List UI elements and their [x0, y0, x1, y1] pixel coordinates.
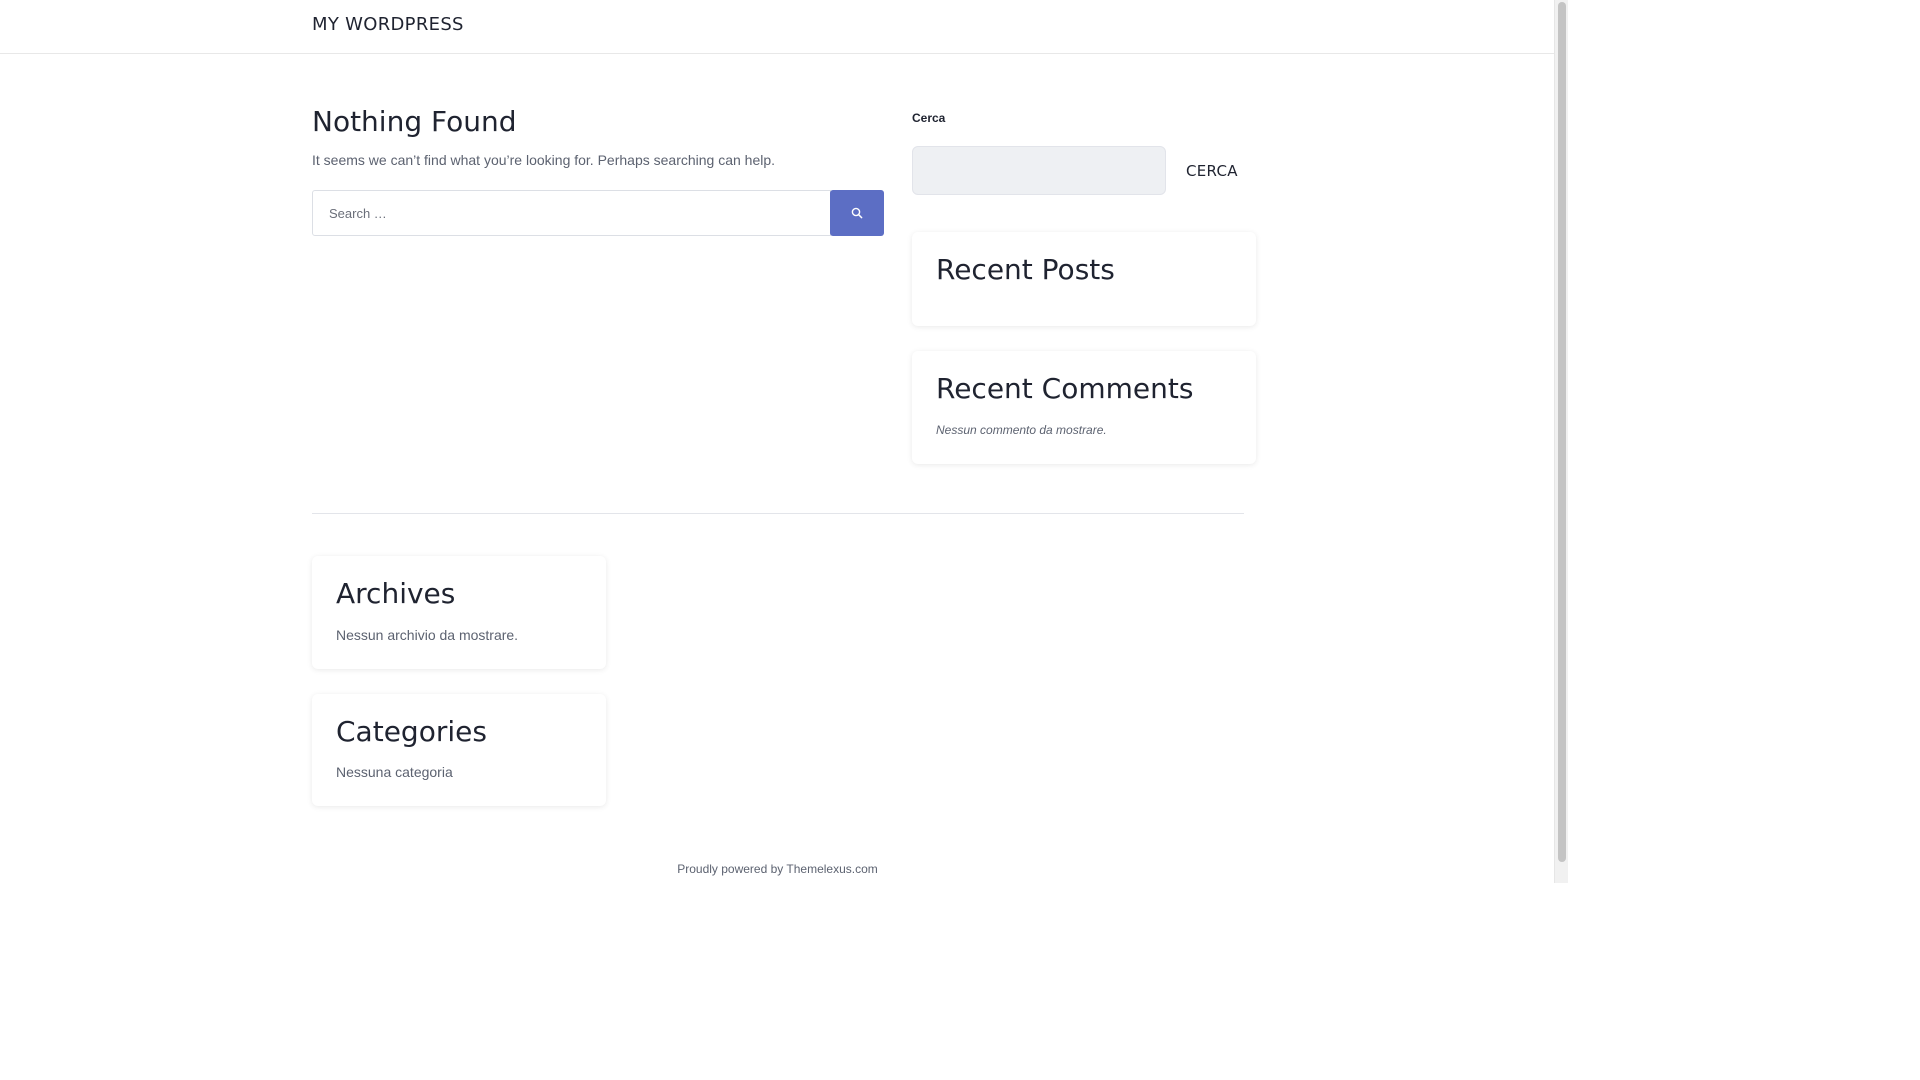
- page-title: Nothing Found: [312, 105, 517, 138]
- archives-empty-text: Nessun archivio da mostrare.: [336, 627, 519, 643]
- page: MY WORDPRESS Nothing Found It seems we c…: [0, 0, 1568, 883]
- recent-posts-title: Recent Posts: [936, 253, 1115, 286]
- recent-comments-empty-text: Nessun commento da mostrare.: [936, 423, 1107, 437]
- main-search-form: [312, 190, 884, 236]
- main-search-submit-button[interactable]: [830, 190, 884, 236]
- not-found-description: It seems we can’t find what you’re looki…: [312, 152, 776, 168]
- sidebar-search-label: Cerca: [912, 111, 946, 125]
- site-title-link[interactable]: MY WORDPRESS: [312, 14, 464, 35]
- categories-widget: Categories Nessuna categoria: [312, 694, 606, 806]
- footer-credit-link[interactable]: Themelexus.com: [786, 862, 877, 876]
- categories-empty-text: Nessuna categoria: [336, 764, 453, 780]
- sidebar-search-button[interactable]: CERCA: [1176, 157, 1256, 185]
- recent-posts-widget: Recent Posts: [912, 232, 1256, 326]
- section-divider: [312, 513, 1244, 514]
- site-header: MY WORDPRESS: [0, 0, 1555, 54]
- site-footer: Proudly powered by Themelexus.com: [0, 862, 1555, 876]
- footer-credit-prefix: Proudly powered by: [677, 862, 787, 876]
- page-scrollbar[interactable]: [1554, 0, 1568, 883]
- main-search-input[interactable]: [312, 190, 831, 236]
- archives-widget: Archives Nessun archivio da mostrare.: [312, 556, 606, 669]
- search-icon: [851, 207, 863, 219]
- archives-title: Archives: [336, 577, 456, 610]
- recent-comments-title: Recent Comments: [936, 372, 1194, 405]
- categories-title: Categories: [336, 715, 487, 748]
- recent-comments-widget: Recent Comments Nessun commento da mostr…: [912, 351, 1256, 464]
- sidebar-search-input[interactable]: [912, 146, 1166, 195]
- scrollbar-thumb[interactable]: [1558, 2, 1566, 862]
